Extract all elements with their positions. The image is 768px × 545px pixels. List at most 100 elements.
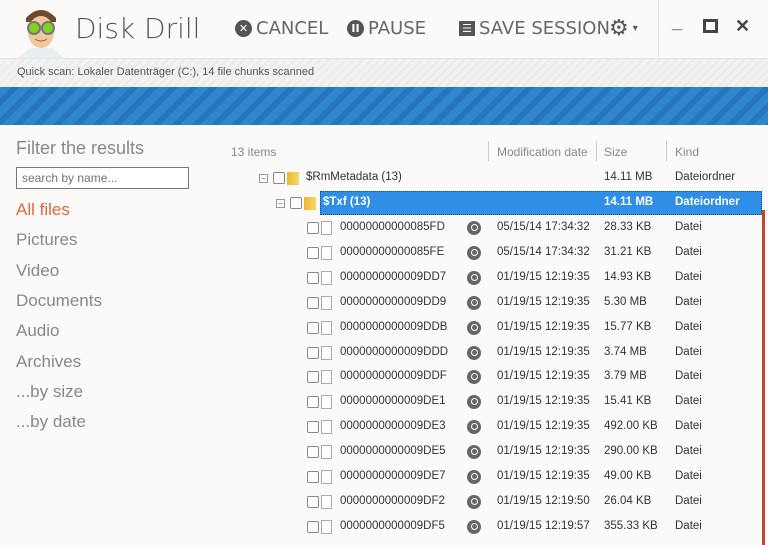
checkbox[interactable] <box>307 471 319 483</box>
sidebar-item[interactable]: Video <box>16 261 59 281</box>
file-size: 14.11 MB <box>604 171 653 183</box>
gear-icon: ⚙ <box>609 16 629 41</box>
folder-row[interactable]: − $Txf (13) 14.11 MB Dateiordner <box>220 191 768 216</box>
file-row[interactable]: 0000000000009DE7 01/19/15 12:19:35 49.00 K… <box>220 465 768 490</box>
preview-search-icon[interactable] <box>467 494 481 509</box>
preview-search-icon[interactable] <box>467 270 481 285</box>
column-divider[interactable] <box>488 141 489 161</box>
sidebar-item[interactable]: All files <box>16 200 70 220</box>
modification-date: 01/19/15 12:19:35 <box>497 470 590 482</box>
file-row[interactable]: 00000000000085FE 05/15/14 17:34:32 31.21 K… <box>220 241 768 266</box>
collapse-toggle-icon[interactable]: − <box>259 174 268 183</box>
checkbox[interactable] <box>307 421 319 434</box>
checkbox[interactable] <box>307 222 319 234</box>
chevron-down-icon: ▾ <box>632 23 638 34</box>
file-name: $Txf (13) <box>323 196 371 208</box>
file-row[interactable]: 0000000000009DDD 01/19/15 12:19:35 3.74 MB… <box>220 341 768 366</box>
preview-search-icon[interactable] <box>467 320 481 335</box>
file-name: 0000000000009DD9 <box>340 295 447 308</box>
file-row[interactable]: 0000000000009DE5 01/19/15 12:19:35 290.00 … <box>220 440 768 465</box>
file-row[interactable]: 0000000000009DD9 01/19/15 12:19:35 5.30 MB… <box>220 291 768 316</box>
save-session-button[interactable]: ☰ SAVE SESSION <box>459 18 610 39</box>
preview-search-icon[interactable] <box>467 245 481 260</box>
file-row[interactable]: 0000000000009DDB 01/19/15 12:19:35 15.77 K… <box>220 316 768 341</box>
file-row[interactable]: 0000000000009DF2 01/19/15 12:19:50 26.04 K… <box>220 490 768 515</box>
preview-search-icon[interactable] <box>467 345 481 360</box>
close-button[interactable]: ✕ <box>735 16 750 37</box>
scan-progress-bar <box>0 87 768 125</box>
preview-search-icon[interactable] <box>467 370 481 385</box>
column-header-date[interactable]: Modification date <box>497 145 588 159</box>
file-kind: Datei <box>675 370 702 383</box>
file-kind: Datei <box>675 470 702 482</box>
preview-search-icon[interactable] <box>467 395 481 410</box>
preview-search-icon[interactable] <box>467 445 481 460</box>
search-input[interactable] <box>16 167 189 189</box>
modification-date: 01/19/15 12:19:35 <box>497 370 590 383</box>
file-row[interactable]: 0000000000009DF5 01/19/15 12:19:57 355.33 … <box>220 515 768 540</box>
sidebar-item[interactable]: Documents <box>16 291 102 311</box>
collapse-toggle-icon[interactable]: − <box>276 199 285 208</box>
file-size: 492.00 KB <box>604 420 658 433</box>
file-kind: Dateiordner <box>675 196 740 208</box>
maximize-button[interactable] <box>703 19 718 33</box>
column-header-kind[interactable]: Kind <box>675 145 699 159</box>
checkbox[interactable] <box>307 446 319 459</box>
pause-button[interactable]: II PAUSE <box>347 18 426 39</box>
checkbox[interactable] <box>307 296 319 309</box>
header: Disk Drill ✕ CANCEL II PAUSE ☰ SAVE SESSION… <box>0 0 768 58</box>
file-kind: Datei <box>675 295 702 308</box>
document-icon <box>321 420 332 435</box>
column-divider[interactable] <box>666 141 667 161</box>
sidebar-item[interactable]: Archives <box>16 352 81 372</box>
file-size: 14.11 MB <box>604 196 654 208</box>
checkbox[interactable] <box>307 346 319 359</box>
preview-search-icon[interactable] <box>467 295 481 310</box>
checkbox[interactable] <box>290 197 302 209</box>
sidebar-item[interactable]: Pictures <box>16 230 77 250</box>
column-header-size[interactable]: Size <box>604 145 627 159</box>
file-name: $RmMetadata (13) <box>306 171 402 183</box>
folder-row[interactable]: − $RmMetadata (13) 14.11 MB Dateiordner <box>220 166 768 191</box>
column-divider[interactable] <box>596 141 597 161</box>
file-size: 28.33 KB <box>604 221 652 233</box>
minimize-button[interactable]: _ <box>672 12 682 33</box>
file-kind: Datei <box>675 245 702 258</box>
file-row[interactable]: 00000000000085FD 05/15/14 17:34:32 28.33 K… <box>220 216 768 241</box>
document-icon <box>321 245 332 260</box>
checkbox[interactable] <box>307 371 319 384</box>
file-size: 14.93 KB <box>604 270 652 283</box>
checkbox[interactable] <box>307 246 319 259</box>
file-kind: Datei <box>675 519 702 532</box>
file-name: 0000000000009DE7 <box>340 470 446 482</box>
file-name: 0000000000009DF2 <box>340 494 445 507</box>
file-row[interactable]: 0000000000009DE1 01/19/15 12:19:35 15.41 K… <box>220 390 768 415</box>
settings-button[interactable]: ⚙ ▾ <box>609 16 638 41</box>
sidebar-item[interactable]: ...by date <box>16 412 86 432</box>
file-name: 0000000000009DDB <box>340 320 448 333</box>
file-row[interactable]: 0000000000009DE3 01/19/15 12:19:35 492.00 … <box>220 415 768 440</box>
checkbox[interactable] <box>273 172 285 184</box>
sidebar-item[interactable]: ...by size <box>16 382 83 402</box>
modification-date: 01/19/15 12:19:35 <box>497 270 590 283</box>
file-kind: Datei <box>675 221 702 233</box>
filter-title: Filter the results <box>16 138 145 158</box>
preview-search-icon[interactable] <box>467 470 481 484</box>
preview-search-icon[interactable] <box>467 519 481 534</box>
modification-date: 01/19/15 12:19:35 <box>497 320 590 333</box>
preview-search-icon[interactable] <box>467 420 481 435</box>
checkbox[interactable] <box>307 520 319 533</box>
checkbox[interactable] <box>307 321 319 334</box>
preview-search-icon[interactable] <box>467 221 481 235</box>
cancel-button[interactable]: ✕ CANCEL <box>235 18 328 39</box>
checkbox[interactable] <box>307 396 319 409</box>
scrollbar[interactable] <box>762 210 765 545</box>
file-row[interactable]: 0000000000009DDF 01/19/15 12:19:35 3.79 MB… <box>220 365 768 390</box>
modification-date: 05/15/14 17:34:32 <box>497 245 590 258</box>
checkbox[interactable] <box>307 495 319 508</box>
document-icon <box>321 270 332 285</box>
checkbox[interactable] <box>307 271 319 284</box>
file-row[interactable]: 0000000000009DD7 01/19/15 12:19:35 14.93 K… <box>220 266 768 291</box>
file-size: 290.00 KB <box>604 445 658 458</box>
sidebar-item[interactable]: Audio <box>16 321 59 341</box>
